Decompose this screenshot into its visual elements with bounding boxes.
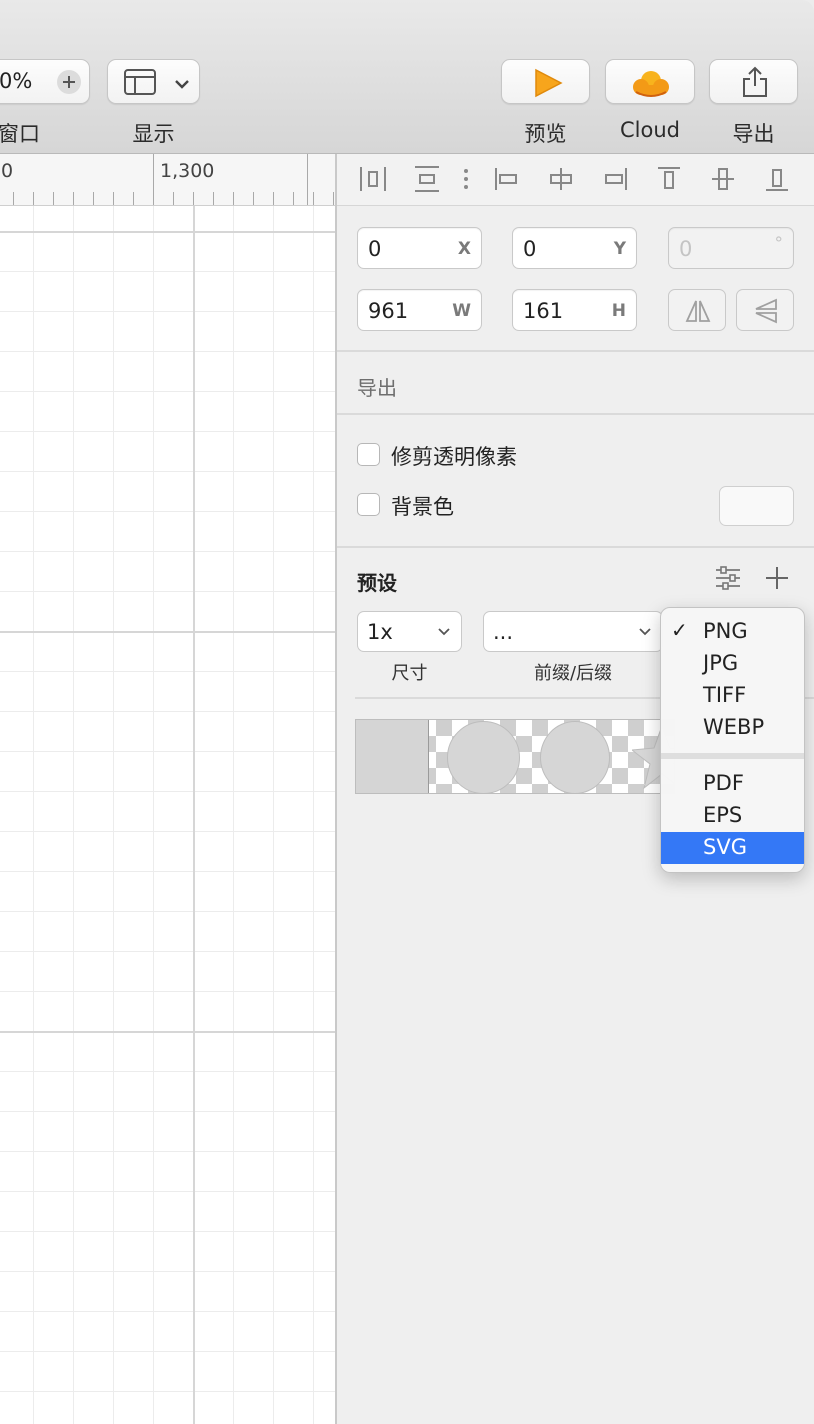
rotation-suffix: ° <box>774 234 784 254</box>
size-value: 1x <box>367 620 393 644</box>
menu-separator <box>661 753 804 759</box>
cloud-icon <box>630 68 672 102</box>
rotation-value: 0 <box>679 237 693 261</box>
height-suffix: H <box>611 301 626 321</box>
chevron-down-icon <box>174 75 190 94</box>
distribute-vertical-icon[interactable] <box>412 164 442 194</box>
background-color-well[interactable] <box>719 486 794 526</box>
y-field[interactable]: 0 Y <box>512 227 637 269</box>
distribute-horizontal-icon[interactable] <box>358 164 388 194</box>
sliders-icon[interactable] <box>714 564 742 596</box>
toolbar-label-preview: 预览 <box>524 122 567 146</box>
preview-circle <box>540 721 610 793</box>
menu-item-label: SVG <box>703 835 747 859</box>
width-value: 961 <box>368 299 409 323</box>
more-icon[interactable] <box>455 164 477 194</box>
height-field[interactable]: 161 H <box>512 289 637 331</box>
checkmark-icon: ✓ <box>671 618 688 642</box>
chevron-down-icon <box>437 624 451 638</box>
toolbar-label-window: 窗口 <box>0 122 40 146</box>
preview-rectangle <box>356 720 429 793</box>
y-suffix: Y <box>613 239 626 259</box>
canvas-grid <box>0 206 335 1424</box>
preview-circle <box>447 721 520 793</box>
prefix-suffix-label: 前缀/后缀 <box>533 663 613 684</box>
zoom-value: 0% <box>0 69 33 93</box>
separator <box>337 350 814 352</box>
menu-item-label: WEBP <box>703 715 765 739</box>
menu-item-label: EPS <box>703 803 743 827</box>
menu-item-tiff[interactable]: TIFF <box>661 680 804 712</box>
export-section-title: 导出 <box>357 376 397 400</box>
toolbar-label-export: 导出 <box>732 122 775 146</box>
align-bottom-icon[interactable] <box>762 164 792 194</box>
trim-transparent-checkbox[interactable] <box>357 443 380 466</box>
align-center-icon[interactable] <box>546 164 576 194</box>
menu-item-label: PDF <box>703 771 744 795</box>
export-preview-thumbnail <box>355 719 675 794</box>
menu-item-label: PNG <box>703 619 748 643</box>
width-field[interactable]: 961 W <box>357 289 482 331</box>
chevron-down-icon <box>638 624 652 638</box>
menu-item-webp[interactable]: WEBP <box>661 712 804 744</box>
zoom-control[interactable]: 0% <box>0 59 90 104</box>
prefix-suffix-select[interactable]: ... <box>483 611 663 652</box>
flip-vertical-button[interactable] <box>736 289 794 331</box>
toolbar: 0% 窗口 显示 预览 Cloud 导出 <box>0 0 814 154</box>
layout-icon <box>124 69 156 99</box>
background-color-checkbox[interactable] <box>357 493 380 516</box>
ruler-label: 1,300 <box>160 160 215 182</box>
align-middle-icon[interactable] <box>708 164 738 194</box>
x-suffix: X <box>457 239 471 259</box>
height-value: 161 <box>523 299 564 323</box>
preview-button[interactable] <box>501 59 590 104</box>
x-field[interactable]: 0 X <box>357 227 482 269</box>
ruler-label: 0 <box>1 160 14 182</box>
x-value: 0 <box>368 237 382 261</box>
menu-item-label: JPG <box>703 651 739 675</box>
menu-item-jpg[interactable]: JPG <box>661 648 804 680</box>
menu-item-svg[interactable]: SVG <box>661 832 804 864</box>
align-top-icon[interactable] <box>654 164 684 194</box>
share-icon <box>741 66 769 102</box>
menu-item-png[interactable]: ✓ PNG <box>661 616 804 648</box>
align-right-icon[interactable] <box>600 164 630 194</box>
align-left-icon[interactable] <box>492 164 522 194</box>
alignment-toolbar <box>337 154 814 206</box>
export-button[interactable] <box>709 59 798 104</box>
toolbar-label-display: 显示 <box>132 122 175 146</box>
add-preset-icon[interactable] <box>764 565 790 595</box>
preset-title: 预设 <box>357 571 397 595</box>
prefix-suffix-value: ... <box>493 620 514 644</box>
horizontal-ruler: 0 1,300 <box>0 154 335 206</box>
menu-item-eps[interactable]: EPS <box>661 800 804 832</box>
menu-item-pdf[interactable]: PDF <box>661 768 804 800</box>
flip-horizontal-button[interactable] <box>668 289 726 331</box>
trim-transparent-label: 修剪透明像素 <box>391 445 517 469</box>
menu-item-label: TIFF <box>703 683 747 707</box>
size-label: 尺寸 <box>391 663 428 684</box>
display-button[interactable] <box>107 59 200 104</box>
plus-icon[interactable] <box>57 70 81 94</box>
y-value: 0 <box>523 237 537 261</box>
toolbar-label-cloud: Cloud <box>620 118 680 142</box>
flip-vertical-icon <box>752 297 780 329</box>
format-menu: ✓ PNG JPG TIFF WEBP PDF EPS SVG <box>660 607 805 873</box>
flip-horizontal-icon <box>684 297 712 329</box>
separator <box>337 546 814 548</box>
play-icon <box>533 68 563 102</box>
rotation-field[interactable]: 0 ° <box>668 227 794 269</box>
background-color-label: 背景色 <box>391 495 454 519</box>
size-select[interactable]: 1x <box>357 611 462 652</box>
width-suffix: W <box>452 301 471 321</box>
cloud-button[interactable] <box>605 59 695 104</box>
separator <box>337 413 814 415</box>
canvas[interactable]: 0 1,300 <box>0 154 335 1424</box>
